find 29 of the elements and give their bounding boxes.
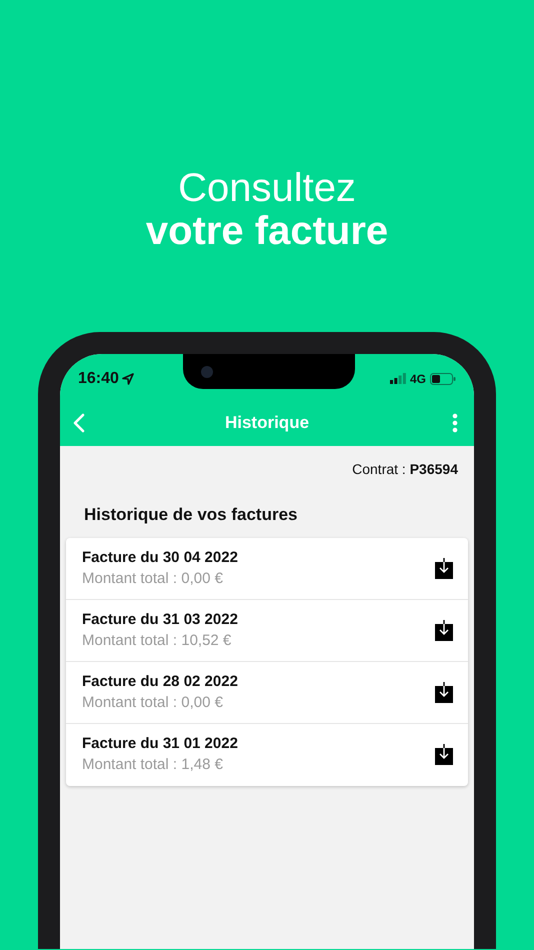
camera-icon: [201, 366, 213, 378]
battery-icon: [430, 372, 456, 384]
screen-title: Historique: [224, 412, 310, 434]
download-icon[interactable]: [434, 620, 454, 642]
contract-number: Contrat : P36594: [352, 460, 458, 479]
location-icon: [122, 372, 134, 384]
download-icon[interactable]: [434, 682, 454, 704]
more-icon: [452, 412, 458, 432]
invoice-title: Facture du 31 01 2022: [82, 734, 239, 754]
invoice-row[interactable]: Facture du 31 03 2022 Montant total : 10,52 €: [66, 600, 468, 662]
download-icon[interactable]: [434, 744, 454, 766]
invoice-title: Facture du 30 04 2022: [82, 548, 239, 568]
status-time: 16:40: [78, 368, 119, 388]
invoice-title: Facture du 28 02 2022: [82, 672, 239, 692]
headline: Consultez: [178, 166, 356, 210]
network-label: 4G: [410, 370, 426, 388]
download-icon[interactable]: [434, 558, 454, 580]
invoice-row[interactable]: Facture du 30 04 2022 Montant total : 0,00 €: [66, 538, 468, 600]
section-title: Historique de vos factures: [84, 505, 298, 524]
back-icon: [73, 412, 85, 432]
invoice-row[interactable]: Facture du 31 01 2022 Montant total : 1,48 €: [66, 724, 468, 786]
headline: votre facture: [146, 209, 388, 253]
invoice-title: Facture du 31 03 2022: [82, 610, 239, 630]
invoice-amount: Montant total : 1,48 €: [82, 755, 224, 775]
invoice-amount: Montant total : 10,52 €: [82, 630, 232, 650]
invoice-row[interactable]: Facture du 28 02 2022 Montant total : 0,00 €: [66, 662, 468, 724]
invoice-amount: Montant total : 0,00 €: [82, 692, 224, 712]
invoice-amount: Montant total : 0,00 €: [82, 568, 224, 588]
signal-icon: [390, 373, 406, 384]
